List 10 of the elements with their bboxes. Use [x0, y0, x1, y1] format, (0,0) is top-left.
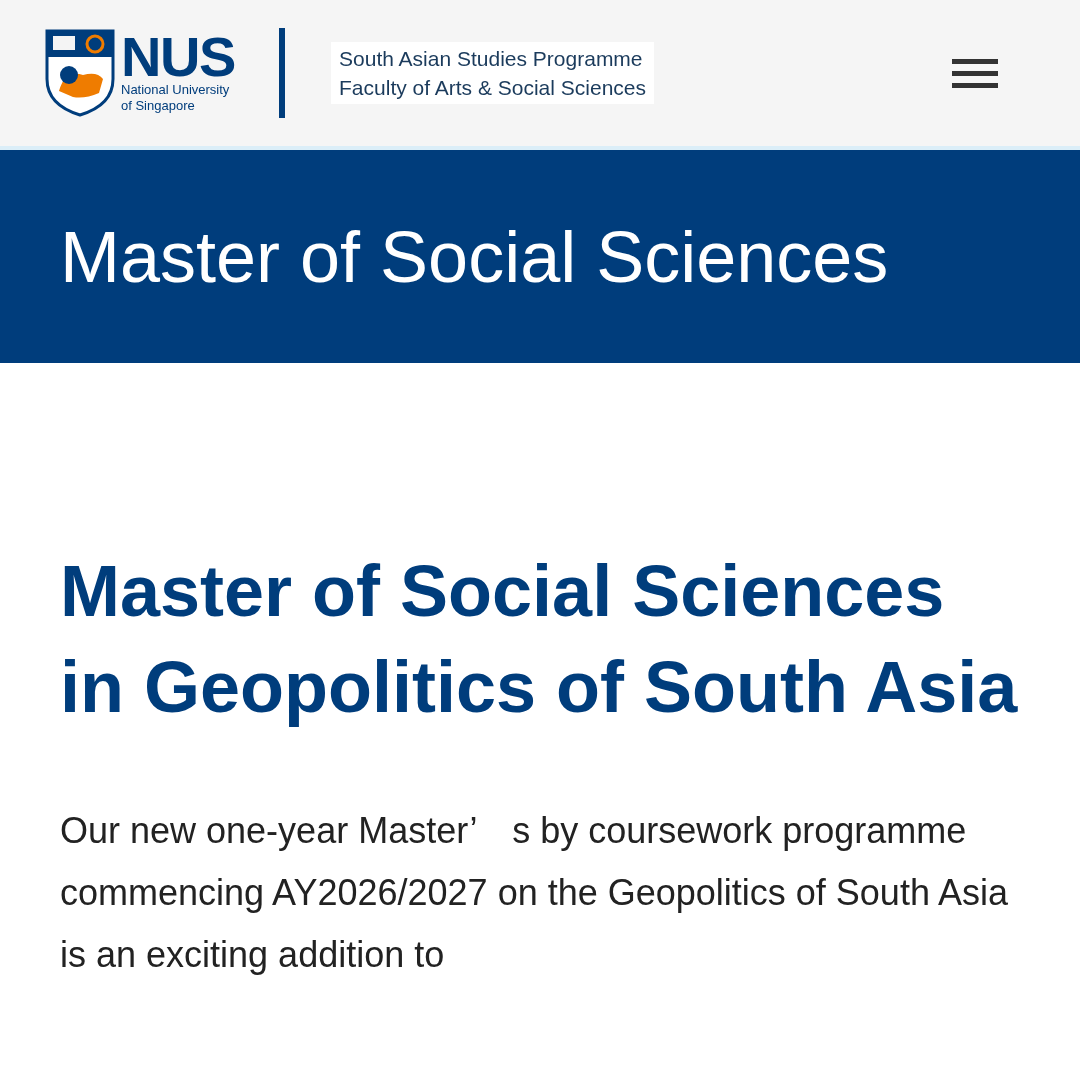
department-name: Faculty of Arts & Social Sciences	[339, 75, 646, 101]
logo-wordmark: NUS	[121, 32, 236, 82]
banner-title: Master of Social Sciences	[60, 220, 889, 293]
page-heading: Master of Social Sciences in Geopolitics of South Asia	[60, 550, 1019, 729]
menu-icon[interactable]	[952, 58, 998, 88]
logo-tagline: National University	[121, 82, 231, 98]
department-name: South Asian Studies Programme	[339, 46, 644, 72]
intro-paragraph: Our new one-year Master’ s by coursework programme commencing AY2026/2027 on the Geopolitics of South Asia is an exciting addition to	[60, 809, 1009, 977]
crest-icon	[45, 29, 115, 117]
logo-tagline: of Singapore	[121, 98, 196, 114]
